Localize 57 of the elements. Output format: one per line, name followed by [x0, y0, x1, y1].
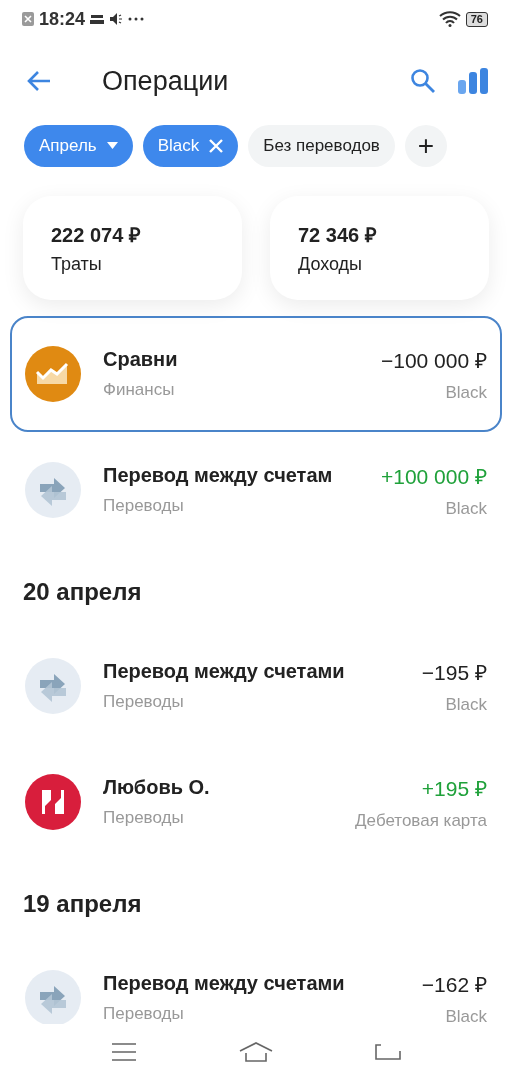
- filter-chip[interactable]: Black: [142, 125, 239, 167]
- transaction-title: Сравни: [103, 348, 179, 371]
- notification-icon: [90, 13, 105, 25]
- transaction-row[interactable]: Любовь О. Переводы +195 ₽ Дебетовая карта: [10, 744, 502, 860]
- date-heading: 20 апреля: [22, 577, 143, 607]
- search-icon[interactable]: [410, 68, 436, 94]
- battery-level: 76: [465, 11, 488, 27]
- summary-amount: 222 074 ₽: [51, 223, 142, 248]
- clock-time: 18:24: [39, 8, 86, 30]
- transfer-arrows-icon: [25, 658, 81, 714]
- menu-icon[interactable]: [110, 1042, 137, 1062]
- transaction-row[interactable]: Сравни Финансы −100 000 ₽ Black: [10, 316, 502, 432]
- transaction-amount: +100 000 ₽: [381, 463, 487, 490]
- speaker-icon: [109, 12, 124, 26]
- back-icon[interactable]: [375, 1042, 402, 1062]
- filter-chip[interactable]: Без переводов: [248, 125, 395, 167]
- account-name: Black: [445, 1006, 487, 1027]
- transaction-title: Перевод между счетами: [103, 972, 346, 995]
- chart-logo-icon: [25, 346, 81, 402]
- transaction-category: Переводы: [103, 1004, 185, 1024]
- summary-label: Доходы: [298, 254, 364, 275]
- transaction-category: Переводы: [103, 692, 185, 712]
- transaction-title: Перевод между счетами: [103, 660, 346, 683]
- account-name: Black: [445, 694, 487, 715]
- account-name: Дебетовая карта: [355, 810, 487, 831]
- summary-amount: 72 346 ₽: [298, 223, 378, 248]
- add-filter-button[interactable]: +: [404, 125, 447, 167]
- summary-card[interactable]: 222 074 ₽ Траты: [23, 196, 242, 300]
- account-name: Black: [445, 382, 487, 403]
- more-icon: [128, 17, 145, 21]
- transaction-title: Любовь О.: [103, 776, 211, 799]
- home-icon[interactable]: [238, 1041, 274, 1063]
- notification-icon: [22, 12, 34, 26]
- account-name: Black: [445, 498, 487, 519]
- bar-chart-icon[interactable]: [458, 68, 488, 94]
- summary-card[interactable]: 72 346 ₽ Доходы: [270, 196, 489, 300]
- transaction-row[interactable]: Перевод между счетам Переводы +100 000 ₽ Black: [10, 432, 502, 548]
- transfer-arrows-icon: [25, 462, 81, 518]
- transfer-arrows-icon: [25, 970, 81, 1026]
- caret-icon: [106, 142, 118, 150]
- transaction-amount: −162 ₽: [421, 971, 487, 998]
- back-arrow-icon[interactable]: [26, 70, 52, 92]
- date-heading: 19 апреля: [22, 889, 143, 919]
- bank-logo-icon: [25, 774, 81, 830]
- transaction-amount: −100 000 ₽: [381, 347, 487, 374]
- filter-chip[interactable]: Апрель: [24, 125, 133, 167]
- page-title: Операции: [102, 65, 230, 97]
- summary-label: Траты: [51, 254, 103, 275]
- wifi-icon: [438, 11, 461, 27]
- transaction-category: Переводы: [103, 496, 185, 516]
- transaction-amount: −195 ₽: [421, 659, 487, 686]
- transaction-title: Перевод между счетам: [103, 464, 334, 487]
- transaction-row[interactable]: Перевод между счетами Переводы −195 ₽ Black: [10, 628, 502, 744]
- close-icon[interactable]: [209, 139, 224, 153]
- transaction-category: Финансы: [103, 380, 176, 400]
- transaction-amount: +195 ₽: [421, 775, 487, 802]
- transaction-category: Переводы: [103, 808, 185, 828]
